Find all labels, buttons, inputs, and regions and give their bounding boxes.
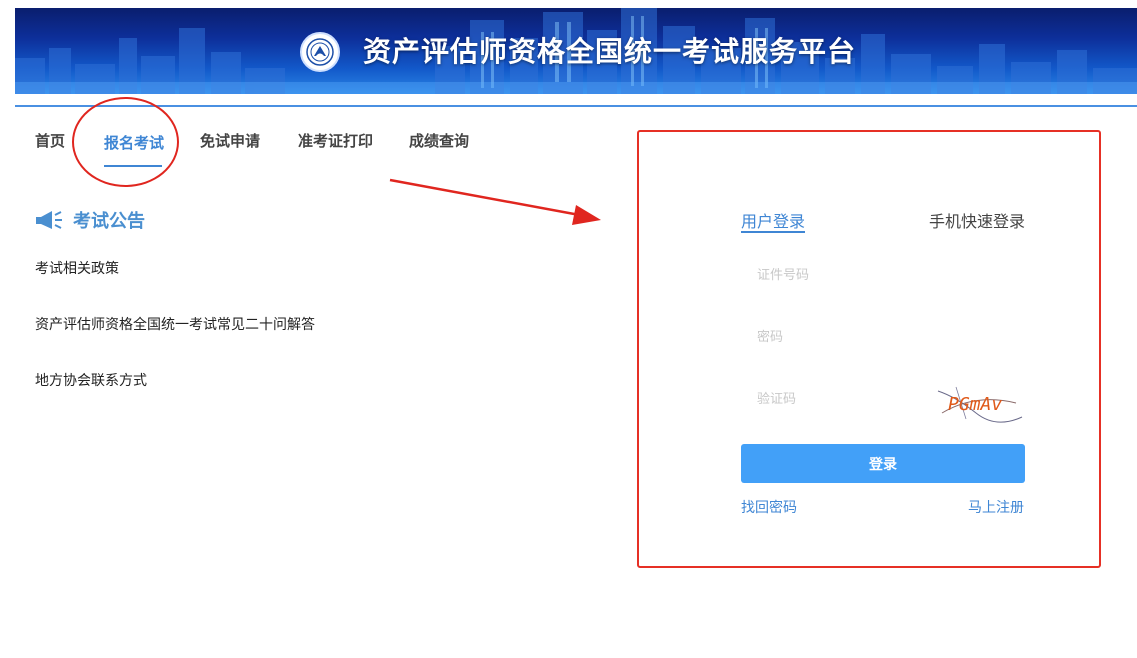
annotation-circle bbox=[72, 97, 179, 187]
forgot-password-link[interactable]: 找回密码 bbox=[741, 497, 797, 517]
username-input[interactable] bbox=[741, 260, 1025, 290]
association-logo-icon bbox=[300, 32, 340, 72]
register-link[interactable]: 马上注册 bbox=[968, 497, 1024, 517]
tab-phone-login[interactable]: 手机快速登录 bbox=[929, 208, 1025, 232]
header-divider bbox=[15, 105, 1137, 107]
nav-item-home[interactable]: 首页 bbox=[35, 130, 65, 151]
notice-link-policy[interactable]: 考试相关政策 bbox=[35, 258, 119, 278]
nav-item-exemption[interactable]: 免试申请 bbox=[200, 130, 260, 151]
nav-item-admission-ticket[interactable]: 准考证打印 bbox=[298, 130, 373, 151]
notice-title: 考试公告 bbox=[73, 211, 145, 232]
captcha-text: PGmAv bbox=[948, 394, 1002, 415]
notice-link-faq[interactable]: 资产评估师资格全国统一考试常见二十问解答 bbox=[35, 314, 315, 334]
notice-link-contacts[interactable]: 地方协会联系方式 bbox=[35, 370, 147, 390]
captcha-image[interactable]: PGmAv bbox=[936, 383, 1024, 423]
nav-item-score-query[interactable]: 成绩查询 bbox=[409, 130, 469, 151]
page-title: 资产评估师资格全国统一考试服务平台 bbox=[363, 35, 857, 68]
tab-user-login[interactable]: 用户登录 bbox=[741, 208, 805, 232]
header-banner: 资产评估师资格全国统一考试服务平台 bbox=[15, 8, 1137, 94]
megaphone-icon bbox=[36, 211, 62, 229]
login-button[interactable]: 登录 bbox=[741, 444, 1025, 483]
captcha-input[interactable] bbox=[741, 384, 921, 414]
password-input[interactable] bbox=[741, 322, 1025, 352]
notice-header: 考试公告 bbox=[35, 207, 145, 233]
annotation-arrow bbox=[389, 178, 601, 225]
tab-active-underline bbox=[741, 231, 805, 233]
